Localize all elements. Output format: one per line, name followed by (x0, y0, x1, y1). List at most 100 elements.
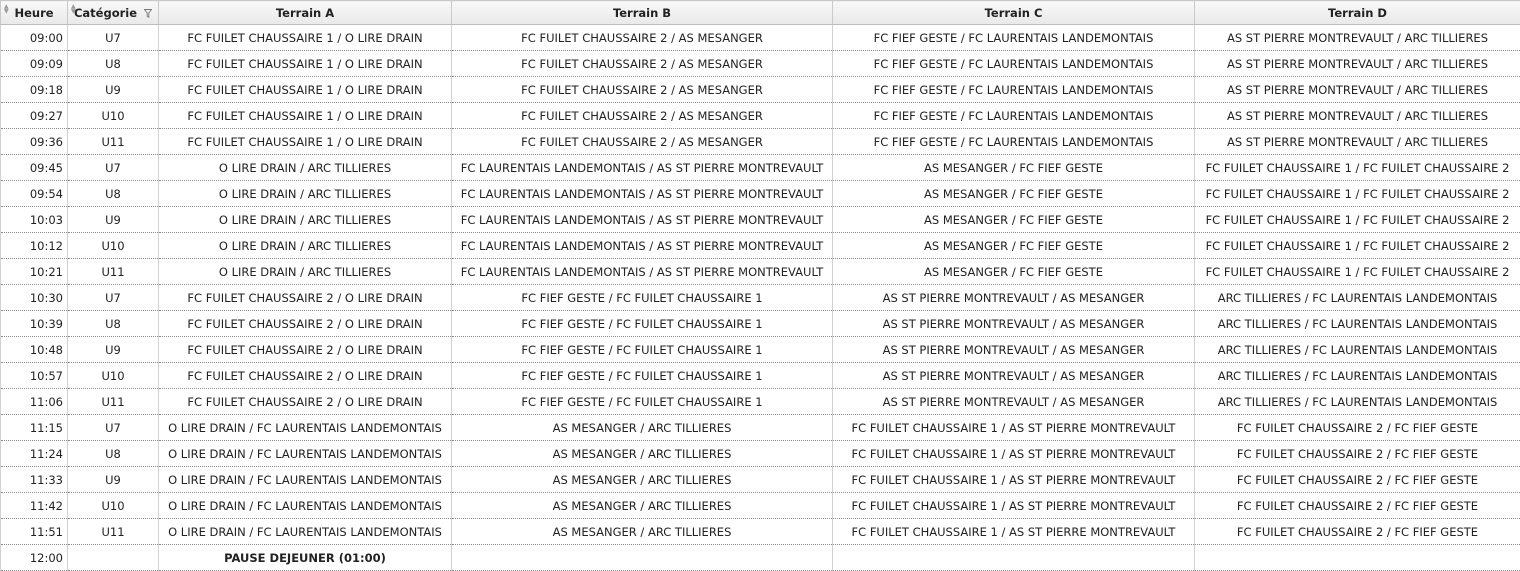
table-row: 09:54U8O LIRE DRAIN / ARC TILLIERESFC LA… (1, 181, 1520, 207)
match-category: U11 (68, 129, 159, 155)
match-terrain-c: FC FIEF GESTE / FC LAURENTAIS LANDEMONTA… (833, 77, 1195, 103)
match-terrain-b: AS MESANGER / ARC TILLIERES (452, 467, 833, 493)
column-header-terrain-a[interactable]: Terrain A (159, 1, 452, 25)
column-header-terrain-c-label: Terrain C (985, 6, 1043, 20)
match-terrain-d: ARC TILLIERES / FC LAURENTAIS LANDEMONTA… (1195, 389, 1520, 415)
lunch-break-empty-cell (833, 545, 1195, 571)
match-terrain-d: FC FUILET CHAUSSAIRE 1 / FC FUILET CHAUS… (1195, 181, 1520, 207)
match-terrain-a: O LIRE DRAIN / ARC TILLIERES (159, 155, 452, 181)
column-header-categorie[interactable]: ▲▼ Catégorie (68, 1, 159, 25)
match-category: U10 (68, 233, 159, 259)
match-time: 10:12 (1, 233, 68, 259)
match-terrain-b: FC FIEF GESTE / FC FUILET CHAUSSAIRE 1 (452, 337, 833, 363)
match-terrain-b: FC LAURENTAIS LANDEMONTAIS / AS ST PIERR… (452, 181, 833, 207)
match-time: 09:54 (1, 181, 68, 207)
match-terrain-d: FC FUILET CHAUSSAIRE 2 / FC FIEF GESTE (1195, 415, 1520, 441)
match-terrain-d: FC FUILET CHAUSSAIRE 1 / FC FUILET CHAUS… (1195, 207, 1520, 233)
match-category: U8 (68, 181, 159, 207)
match-category: U9 (68, 337, 159, 363)
match-terrain-c: AS MESANGER / FC FIEF GESTE (833, 181, 1195, 207)
match-terrain-d: FC FUILET CHAUSSAIRE 2 / FC FIEF GESTE (1195, 493, 1520, 519)
lunch-break-label: PAUSE DEJEUNER (01:00) (159, 545, 452, 571)
match-terrain-d: ARC TILLIERES / FC LAURENTAIS LANDEMONTA… (1195, 285, 1520, 311)
match-terrain-a: O LIRE DRAIN / ARC TILLIERES (159, 207, 452, 233)
match-terrain-c: AS MESANGER / FC FIEF GESTE (833, 259, 1195, 285)
column-header-terrain-b[interactable]: Terrain B (452, 1, 833, 25)
match-category: U8 (68, 51, 159, 77)
table-row: 09:36U11FC FUILET CHAUSSAIRE 1 / O LIRE … (1, 129, 1520, 155)
match-category: U9 (68, 77, 159, 103)
match-time: 11:06 (1, 389, 68, 415)
column-header-terrain-b-label: Terrain B (613, 6, 671, 20)
column-header-terrain-d[interactable]: Terrain D (1195, 1, 1520, 25)
match-terrain-c: FC FIEF GESTE / FC LAURENTAIS LANDEMONTA… (833, 103, 1195, 129)
match-terrain-b: FC FUILET CHAUSSAIRE 2 / AS MESANGER (452, 77, 833, 103)
match-terrain-c: AS MESANGER / FC FIEF GESTE (833, 207, 1195, 233)
match-time: 09:36 (1, 129, 68, 155)
column-header-terrain-c[interactable]: Terrain C (833, 1, 1195, 25)
table-row: 11:42U10O LIRE DRAIN / FC LAURENTAIS LAN… (1, 493, 1520, 519)
table-row: 10:21U11O LIRE DRAIN / ARC TILLIERESFC L… (1, 259, 1520, 285)
match-terrain-b: FC LAURENTAIS LANDEMONTAIS / AS ST PIERR… (452, 233, 833, 259)
table-row: 10:57U10FC FUILET CHAUSSAIRE 2 / O LIRE … (1, 363, 1520, 389)
match-terrain-c: AS ST PIERRE MONTREVAULT / AS MESANGER (833, 363, 1195, 389)
match-terrain-a: FC FUILET CHAUSSAIRE 1 / O LIRE DRAIN (159, 103, 452, 129)
column-header-terrain-d-label: Terrain D (1328, 6, 1387, 20)
match-category: U7 (68, 25, 159, 51)
sort-arrows-icon[interactable]: ▲▼ (4, 4, 9, 14)
match-time: 11:15 (1, 415, 68, 441)
filter-funnel-icon[interactable] (144, 9, 152, 18)
table-row: 10:12U10O LIRE DRAIN / ARC TILLIERESFC L… (1, 233, 1520, 259)
header-row: ▲▼ Heure ▲▼ Catégorie Terrain A Terrain … (1, 1, 1520, 25)
lunch-break-empty-cell (1195, 545, 1520, 571)
match-terrain-b: FC FUILET CHAUSSAIRE 2 / AS MESANGER (452, 25, 833, 51)
match-terrain-c: FC FUILET CHAUSSAIRE 1 / AS ST PIERRE MO… (833, 467, 1195, 493)
match-time: 09:18 (1, 77, 68, 103)
column-header-categorie-label: Catégorie (74, 6, 137, 20)
lunch-break-row: 12:00 PAUSE DEJEUNER (01:00) (1, 545, 1520, 571)
match-time: 10:21 (1, 259, 68, 285)
match-terrain-d: ARC TILLIERES / FC LAURENTAIS LANDEMONTA… (1195, 311, 1520, 337)
match-terrain-d: FC FUILET CHAUSSAIRE 2 / FC FIEF GESTE (1195, 441, 1520, 467)
table-row: 09:09U8FC FUILET CHAUSSAIRE 1 / O LIRE D… (1, 51, 1520, 77)
table-body: 09:00U7FC FUILET CHAUSSAIRE 1 / O LIRE D… (1, 25, 1520, 571)
match-terrain-c: AS MESANGER / FC FIEF GESTE (833, 155, 1195, 181)
match-category: U11 (68, 389, 159, 415)
match-terrain-a: FC FUILET CHAUSSAIRE 1 / O LIRE DRAIN (159, 129, 452, 155)
table-row: 09:45U7O LIRE DRAIN / ARC TILLIERESFC LA… (1, 155, 1520, 181)
match-terrain-d: ARC TILLIERES / FC LAURENTAIS LANDEMONTA… (1195, 337, 1520, 363)
match-category: U9 (68, 467, 159, 493)
match-terrain-b: FC FUILET CHAUSSAIRE 2 / AS MESANGER (452, 103, 833, 129)
table-row: 11:24U8O LIRE DRAIN / FC LAURENTAIS LAND… (1, 441, 1520, 467)
match-terrain-c: AS MESANGER / FC FIEF GESTE (833, 233, 1195, 259)
lunch-break-empty-cell (452, 545, 833, 571)
match-category: U7 (68, 285, 159, 311)
match-terrain-a: O LIRE DRAIN / ARC TILLIERES (159, 259, 452, 285)
match-category: U10 (68, 493, 159, 519)
table-header: ▲▼ Heure ▲▼ Catégorie Terrain A Terrain … (1, 1, 1520, 25)
table-row: 09:00U7FC FUILET CHAUSSAIRE 1 / O LIRE D… (1, 25, 1520, 51)
table-row: 09:27U10FC FUILET CHAUSSAIRE 1 / O LIRE … (1, 103, 1520, 129)
sort-arrows-icon[interactable]: ▲▼ (71, 4, 76, 14)
match-terrain-b: FC LAURENTAIS LANDEMONTAIS / AS ST PIERR… (452, 207, 833, 233)
column-header-heure[interactable]: ▲▼ Heure (1, 1, 68, 25)
match-terrain-d: AS ST PIERRE MONTREVAULT / ARC TILLIERES (1195, 25, 1520, 51)
match-category: U8 (68, 311, 159, 337)
match-terrain-b: FC FIEF GESTE / FC FUILET CHAUSSAIRE 1 (452, 389, 833, 415)
table-row: 11:33U9O LIRE DRAIN / FC LAURENTAIS LAND… (1, 467, 1520, 493)
match-time: 11:42 (1, 493, 68, 519)
match-category: U10 (68, 363, 159, 389)
match-terrain-a: O LIRE DRAIN / FC LAURENTAIS LANDEMONTAI… (159, 415, 452, 441)
match-time: 09:27 (1, 103, 68, 129)
match-terrain-d: AS ST PIERRE MONTREVAULT / ARC TILLIERES (1195, 103, 1520, 129)
match-terrain-d: FC FUILET CHAUSSAIRE 1 / FC FUILET CHAUS… (1195, 155, 1520, 181)
match-terrain-a: FC FUILET CHAUSSAIRE 2 / O LIRE DRAIN (159, 285, 452, 311)
match-terrain-c: FC FUILET CHAUSSAIRE 1 / AS ST PIERRE MO… (833, 441, 1195, 467)
match-terrain-d: FC FUILET CHAUSSAIRE 1 / FC FUILET CHAUS… (1195, 259, 1520, 285)
match-terrain-a: FC FUILET CHAUSSAIRE 2 / O LIRE DRAIN (159, 389, 452, 415)
match-terrain-b: FC FUILET CHAUSSAIRE 2 / AS MESANGER (452, 51, 833, 77)
table-row: 10:03U9O LIRE DRAIN / ARC TILLIERESFC LA… (1, 207, 1520, 233)
match-terrain-a: FC FUILET CHAUSSAIRE 1 / O LIRE DRAIN (159, 51, 452, 77)
match-time: 09:00 (1, 25, 68, 51)
match-terrain-c: AS ST PIERRE MONTREVAULT / AS MESANGER (833, 389, 1195, 415)
